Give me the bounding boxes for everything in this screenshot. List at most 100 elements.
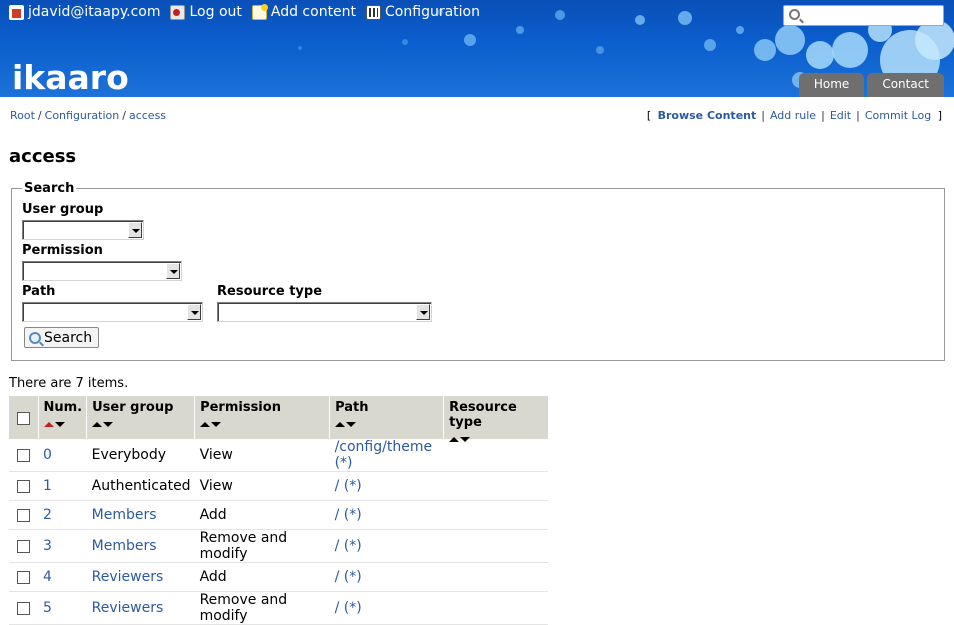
- sort-desc-icon[interactable]: [54, 422, 65, 427]
- add-content-link[interactable]: Add content: [251, 3, 357, 20]
- row-user-group: Authenticated: [86, 471, 195, 501]
- row-user-group-link[interactable]: Reviewers: [92, 569, 164, 585]
- col-path[interactable]: Path: [329, 396, 445, 439]
- action-add-rule[interactable]: Add rule: [770, 109, 816, 122]
- col-resource-type-label: Resource type: [449, 400, 517, 430]
- sort-controls: [449, 431, 544, 442]
- sort-desc-icon[interactable]: [103, 422, 114, 427]
- sort-controls: [43, 416, 83, 427]
- col-num[interactable]: Num.: [38, 396, 88, 439]
- breadcrumb-root[interactable]: Root: [10, 109, 35, 122]
- context-actions: [ Browse Content | Add rule | Edit | Commit Lo…: [644, 109, 945, 122]
- row-resource-type: [443, 529, 548, 563]
- row-num-link[interactable]: 1: [43, 478, 52, 494]
- resource-type-select[interactable]: [217, 302, 432, 322]
- sort-asc-icon[interactable]: [43, 422, 54, 427]
- site-search-input[interactable]: [804, 7, 940, 24]
- action-commit-log[interactable]: Commit Log: [865, 109, 931, 122]
- row-select-cell: [9, 500, 38, 530]
- row-select-cell: [9, 471, 38, 501]
- col-permission[interactable]: Permission: [194, 396, 331, 439]
- row-path-link[interactable]: / (*): [335, 507, 362, 523]
- row-path-link[interactable]: / (*): [335, 538, 362, 554]
- row-checkbox[interactable]: [17, 540, 30, 553]
- table-row: 3 Members Remove and modify / (*): [9, 529, 548, 563]
- sort-asc-icon[interactable]: [335, 422, 346, 427]
- row-checkbox[interactable]: [17, 509, 30, 522]
- row-num-link[interactable]: 5: [43, 600, 52, 616]
- breadcrumb-separator: /: [122, 109, 126, 122]
- user-link[interactable]: jdavid@itaapy.com: [9, 4, 160, 20]
- path-select[interactable]: [22, 302, 203, 322]
- sort-asc-icon[interactable]: [92, 422, 103, 427]
- logout-link[interactable]: Log out: [170, 4, 242, 20]
- search-icon: [789, 9, 800, 20]
- row-user-group-link[interactable]: Members: [92, 507, 157, 523]
- sort-controls: [200, 416, 325, 427]
- sort-controls: [335, 416, 439, 427]
- tab-home[interactable]: Home: [798, 73, 865, 97]
- row-path-link[interactable]: / (*): [335, 478, 362, 494]
- select-all-checkbox[interactable]: [16, 411, 30, 425]
- row-checkbox[interactable]: [17, 449, 30, 462]
- tab-contact[interactable]: Contact: [867, 73, 944, 97]
- search-legend: Search: [24, 181, 75, 196]
- breadcrumb-configuration[interactable]: Configuration: [45, 109, 120, 122]
- sort-controls: [92, 416, 190, 427]
- table-row: 4 Reviewers Add / (*): [9, 562, 548, 592]
- row-path-link[interactable]: /config/theme (*): [335, 439, 433, 471]
- table-header-row: Num. User group Permission Path Resource…: [9, 396, 548, 442]
- row-permission: Add: [194, 562, 330, 592]
- user-bar: jdavid@itaapy.com Log out Add content Co…: [9, 3, 480, 20]
- action-separator: |: [856, 109, 860, 122]
- row-checkbox[interactable]: [17, 571, 30, 584]
- permission-label: Permission: [22, 243, 103, 258]
- row-user-group-link[interactable]: Members: [92, 538, 157, 554]
- add-content-label: Add content: [270, 4, 357, 20]
- bracket: [: [646, 109, 652, 122]
- site-header: jdavid@itaapy.com Log out Add content Co…: [0, 0, 954, 97]
- sort-asc-icon[interactable]: [449, 437, 460, 442]
- row-select-cell: [9, 591, 38, 625]
- action-separator: |: [761, 109, 765, 122]
- row-path-link[interactable]: / (*): [335, 600, 362, 616]
- table-row: 2 Members Add / (*): [9, 500, 548, 530]
- row-num-link[interactable]: 2: [43, 507, 52, 523]
- col-permission-label: Permission: [200, 400, 281, 415]
- row-checkbox[interactable]: [17, 480, 30, 493]
- top-tabs: Home Contact: [798, 73, 944, 97]
- user-group-select[interactable]: [22, 220, 144, 240]
- sort-asc-icon[interactable]: [200, 422, 211, 427]
- row-path-link[interactable]: / (*): [335, 569, 362, 585]
- row-select-cell: [9, 529, 38, 563]
- sort-desc-icon[interactable]: [211, 422, 222, 427]
- col-user-group[interactable]: User group: [86, 396, 196, 439]
- site-logo[interactable]: ikaaro: [12, 58, 129, 97]
- col-resource-type[interactable]: Resource type: [443, 396, 548, 442]
- row-num-link[interactable]: 3: [43, 538, 52, 554]
- rules-table: Num. User group Permission Path Resource…: [9, 396, 548, 625]
- row-resource-type: [443, 562, 548, 592]
- sort-desc-icon[interactable]: [460, 437, 471, 442]
- chevron-down-icon: [416, 304, 430, 320]
- action-edit[interactable]: Edit: [830, 109, 851, 122]
- site-search[interactable]: [783, 5, 944, 26]
- row-select-cell: [9, 562, 38, 592]
- action-browse-content[interactable]: Browse Content: [658, 109, 757, 122]
- row-permission: Remove and modify: [194, 591, 330, 625]
- row-user-group-link[interactable]: Reviewers: [92, 600, 164, 616]
- configuration-label: Configuration: [385, 4, 480, 20]
- search-button[interactable]: Search: [24, 327, 100, 348]
- configuration-link[interactable]: Configuration: [366, 4, 480, 20]
- home-icon: [9, 4, 24, 20]
- col-num-label: Num.: [43, 400, 83, 415]
- row-checkbox[interactable]: [17, 602, 30, 615]
- row-permission: Add: [194, 500, 330, 530]
- sort-desc-icon[interactable]: [346, 422, 357, 427]
- breadcrumb-access[interactable]: access: [129, 109, 166, 122]
- configuration-icon: [366, 4, 382, 20]
- row-num-link[interactable]: 0: [43, 447, 52, 463]
- row-resource-type: [443, 439, 548, 472]
- permission-select[interactable]: [22, 261, 182, 281]
- row-num-link[interactable]: 4: [43, 569, 52, 585]
